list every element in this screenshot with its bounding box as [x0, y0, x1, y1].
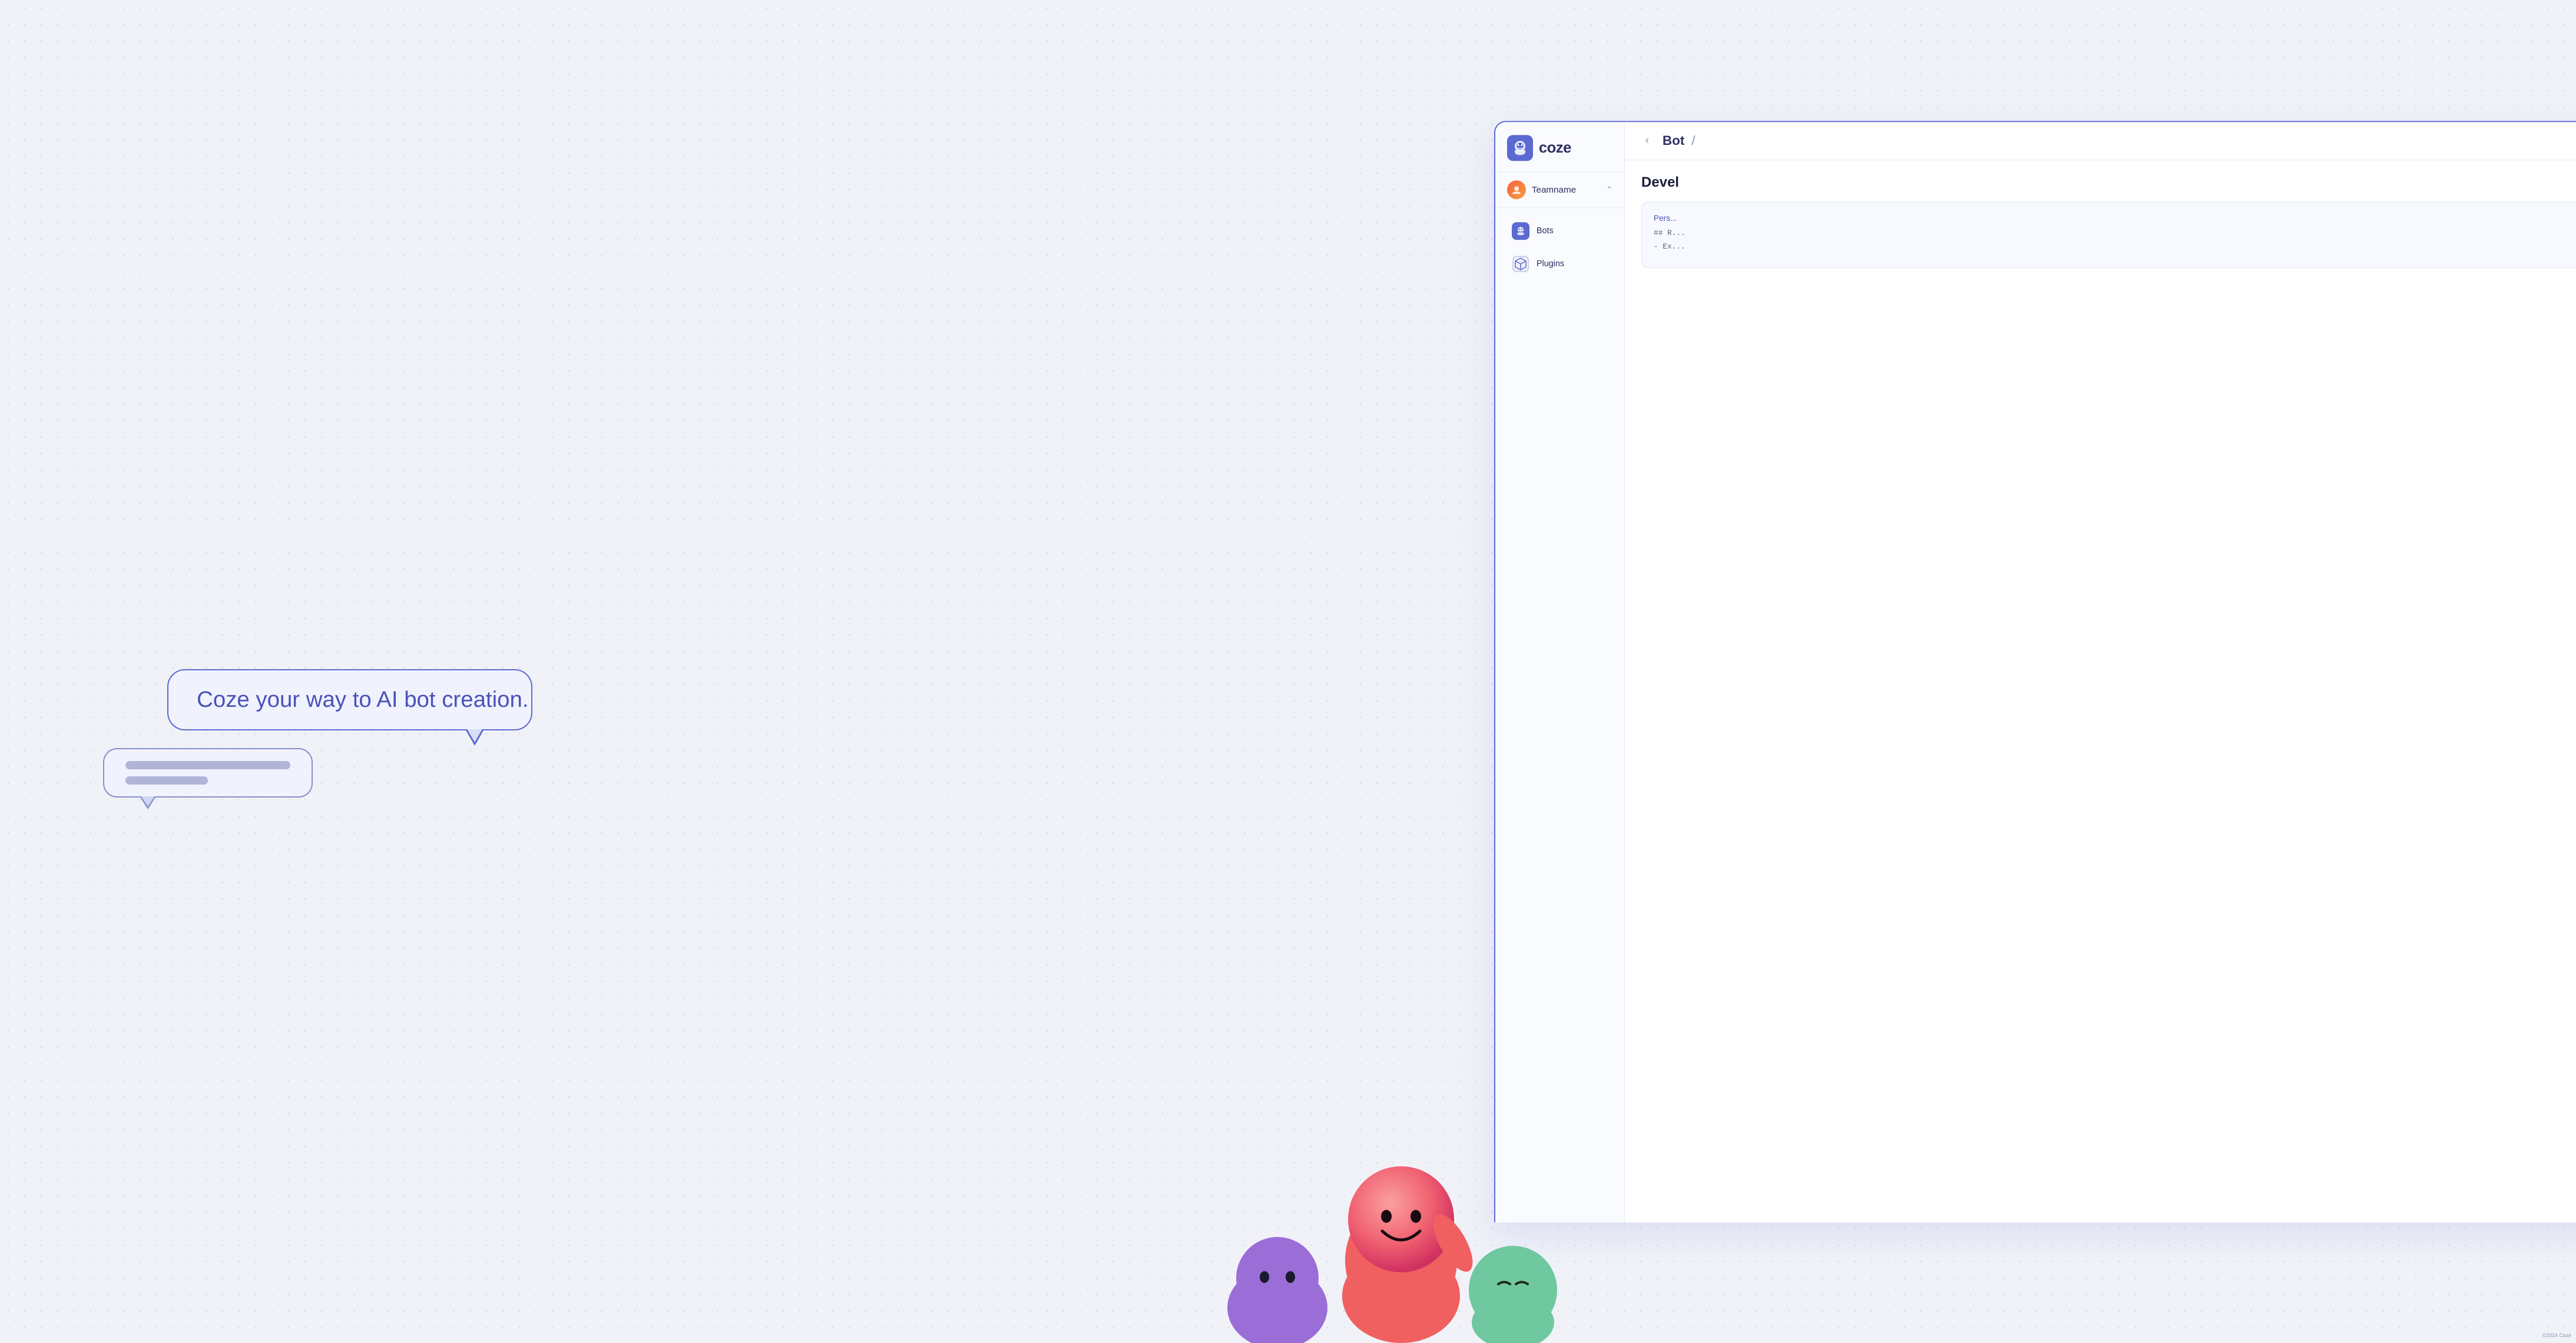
purple-mascot	[1219, 1190, 1336, 1343]
hero-tagline: Coze your way to AI bot creation.	[197, 687, 528, 712]
main-content: Coze your way to AI bot creation.	[0, 0, 2576, 1343]
main-speech-bubble: Coze your way to AI bot creation.	[167, 669, 532, 730]
main-mascot	[1325, 1143, 1478, 1343]
secondary-speech-bubble	[103, 748, 313, 798]
copyright-text: ©2024 Coze	[2542, 1332, 2571, 1338]
placeholder-line-long	[125, 761, 290, 769]
placeholder-line-medium	[125, 776, 208, 785]
left-section: Coze your way to AI bot creation.	[103, 0, 1389, 1343]
mascots-area	[1219, 1143, 1566, 1343]
